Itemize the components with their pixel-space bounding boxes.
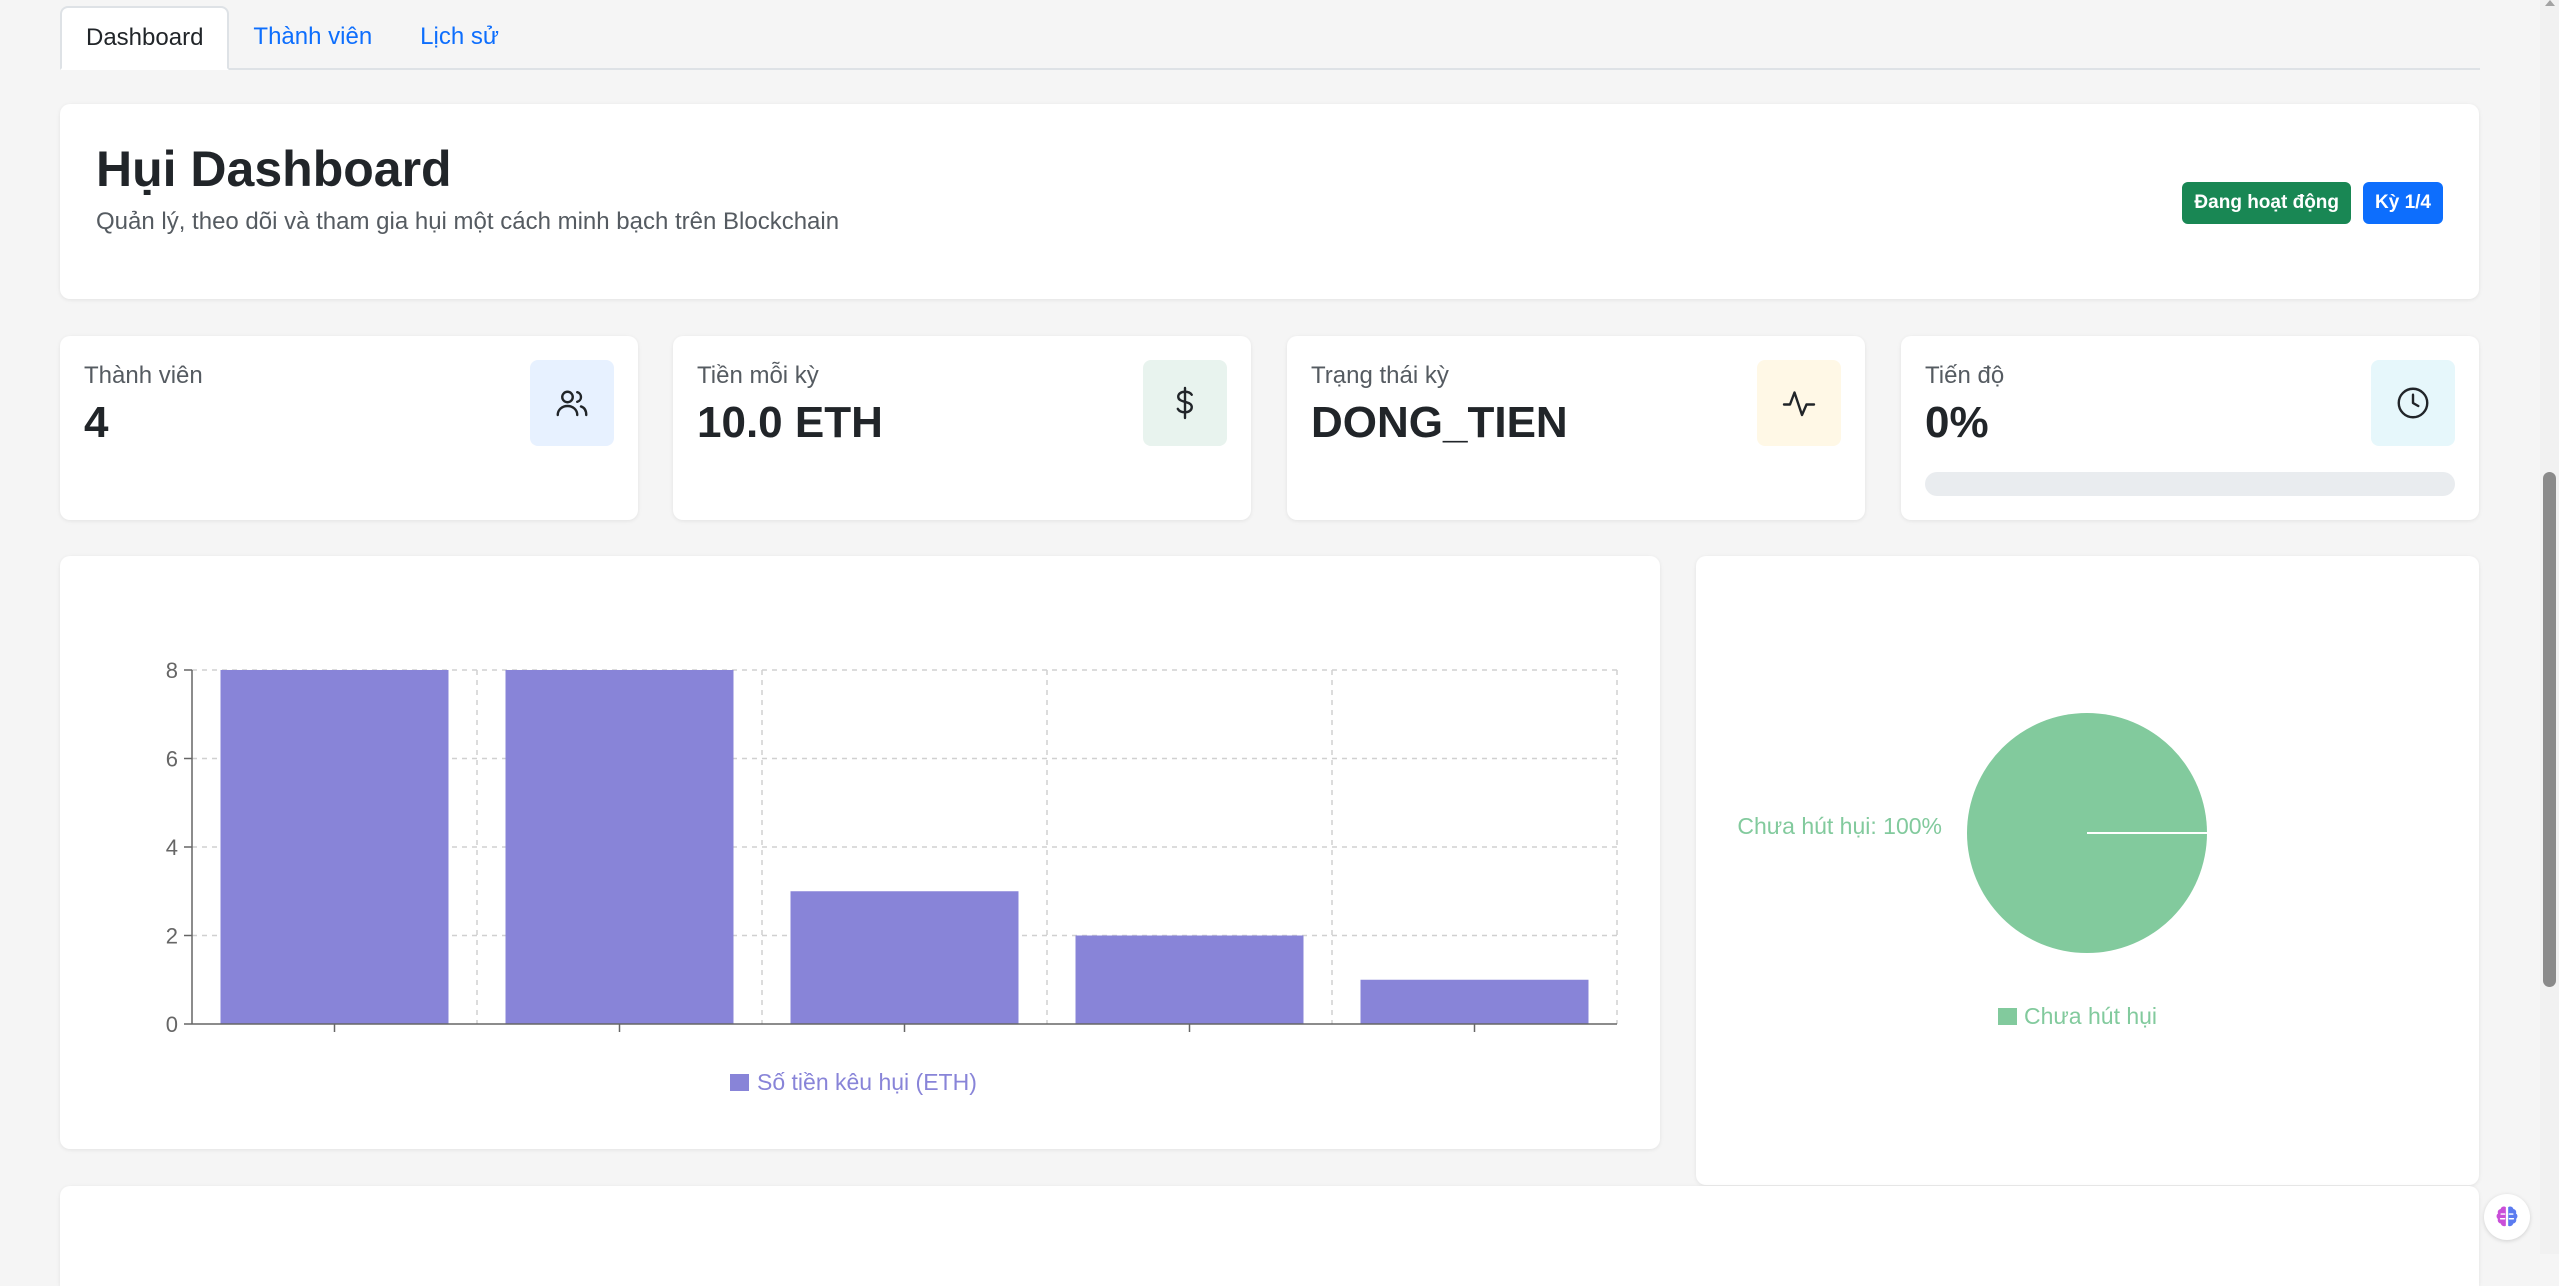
stat-card-amount: Tiền mỗi kỳ 10.0 ETH (673, 336, 1251, 520)
bar-legend: Số tiền kêu hụi (ETH) (730, 1069, 977, 1095)
header-badges: Đang hoạt động Kỳ 1/4 (2182, 182, 2443, 224)
status-badge: Đang hoạt động (2182, 182, 2352, 224)
dollar-icon (1143, 360, 1227, 446)
y-tick-label: 4 (166, 835, 178, 860)
bar-chart-card: 0 2 4 6 8 Số tiền kêu hụi (ETH) (60, 556, 1660, 1149)
period-badge: Kỳ 1/4 (2363, 182, 2443, 224)
tab-dashboard[interactable]: Dashboard (60, 6, 230, 70)
y-tick-label: 0 (166, 1012, 178, 1037)
pie-chart: Chưa hút hụi: 100% Chưa hút hụi (1737, 713, 2207, 1029)
users-icon (530, 360, 614, 446)
activity-icon (1757, 360, 1841, 446)
bar (1075, 935, 1304, 1024)
stat-value: 4 (84, 398, 109, 447)
scrollbar-thumb[interactable] (2543, 472, 2556, 987)
legend-label: Chưa hút hụi (2024, 1003, 2157, 1029)
stat-label: Tiền mỗi kỳ (697, 362, 819, 389)
stat-card-members: Thành viên 4 (60, 336, 638, 520)
stat-card-period-status: Trạng thái kỳ DONG_TIEN (1287, 336, 1865, 520)
header-card: Hụi Dashboard Quản lý, theo dõi và tham … (60, 104, 2479, 299)
tab-history[interactable]: Lịch sử (396, 6, 523, 68)
page-title: Hụi Dashboard (96, 141, 452, 197)
page-subtitle: Quản lý, theo dõi và tham gia hụi một cá… (96, 208, 840, 235)
bar (505, 670, 734, 1024)
clock-icon (2371, 360, 2455, 446)
bar (1360, 979, 1589, 1024)
assistant-button[interactable] (2484, 1194, 2530, 1240)
stat-value: DONG_TIEN (1311, 398, 1568, 447)
progress-bar (1925, 472, 2455, 496)
pie-chart-card: Chưa hút hụi: 100% Chưa hút hụi (1696, 556, 2479, 1185)
tab-members[interactable]: Thành viên (229, 6, 396, 68)
bar-chart: 0 2 4 6 8 Số tiền kêu hụi (ETH) (166, 658, 1618, 1095)
brain-icon (2496, 1206, 2518, 1227)
stat-label: Trạng thái kỳ (1311, 362, 1449, 389)
stat-label: Tiến độ (1925, 362, 2005, 389)
legend-label: Số tiền kêu hụi (ETH) (757, 1069, 977, 1095)
bar (220, 670, 449, 1024)
scrollbar[interactable] (2540, 0, 2559, 1254)
legend-swatch (730, 1074, 749, 1091)
bottom-card (60, 1186, 2479, 1286)
scroll-up-arrow-icon[interactable] (2545, 0, 2555, 6)
bar (790, 891, 1019, 1024)
y-tick-label: 8 (166, 658, 178, 683)
pie-slice-label: Chưa hút hụi: 100% (1737, 813, 1942, 839)
y-tick-label: 6 (166, 747, 178, 772)
tab-bar: Dashboard Thành viên Lịch sử (60, 6, 2480, 70)
legend-swatch (1998, 1008, 2017, 1025)
stat-card-progress: Tiến độ 0% (1901, 336, 2479, 520)
stat-label: Thành viên (84, 362, 203, 389)
stat-value: 10.0 ETH (697, 398, 883, 447)
y-tick-label: 2 (166, 924, 178, 949)
stat-value: 0% (1925, 398, 1989, 447)
